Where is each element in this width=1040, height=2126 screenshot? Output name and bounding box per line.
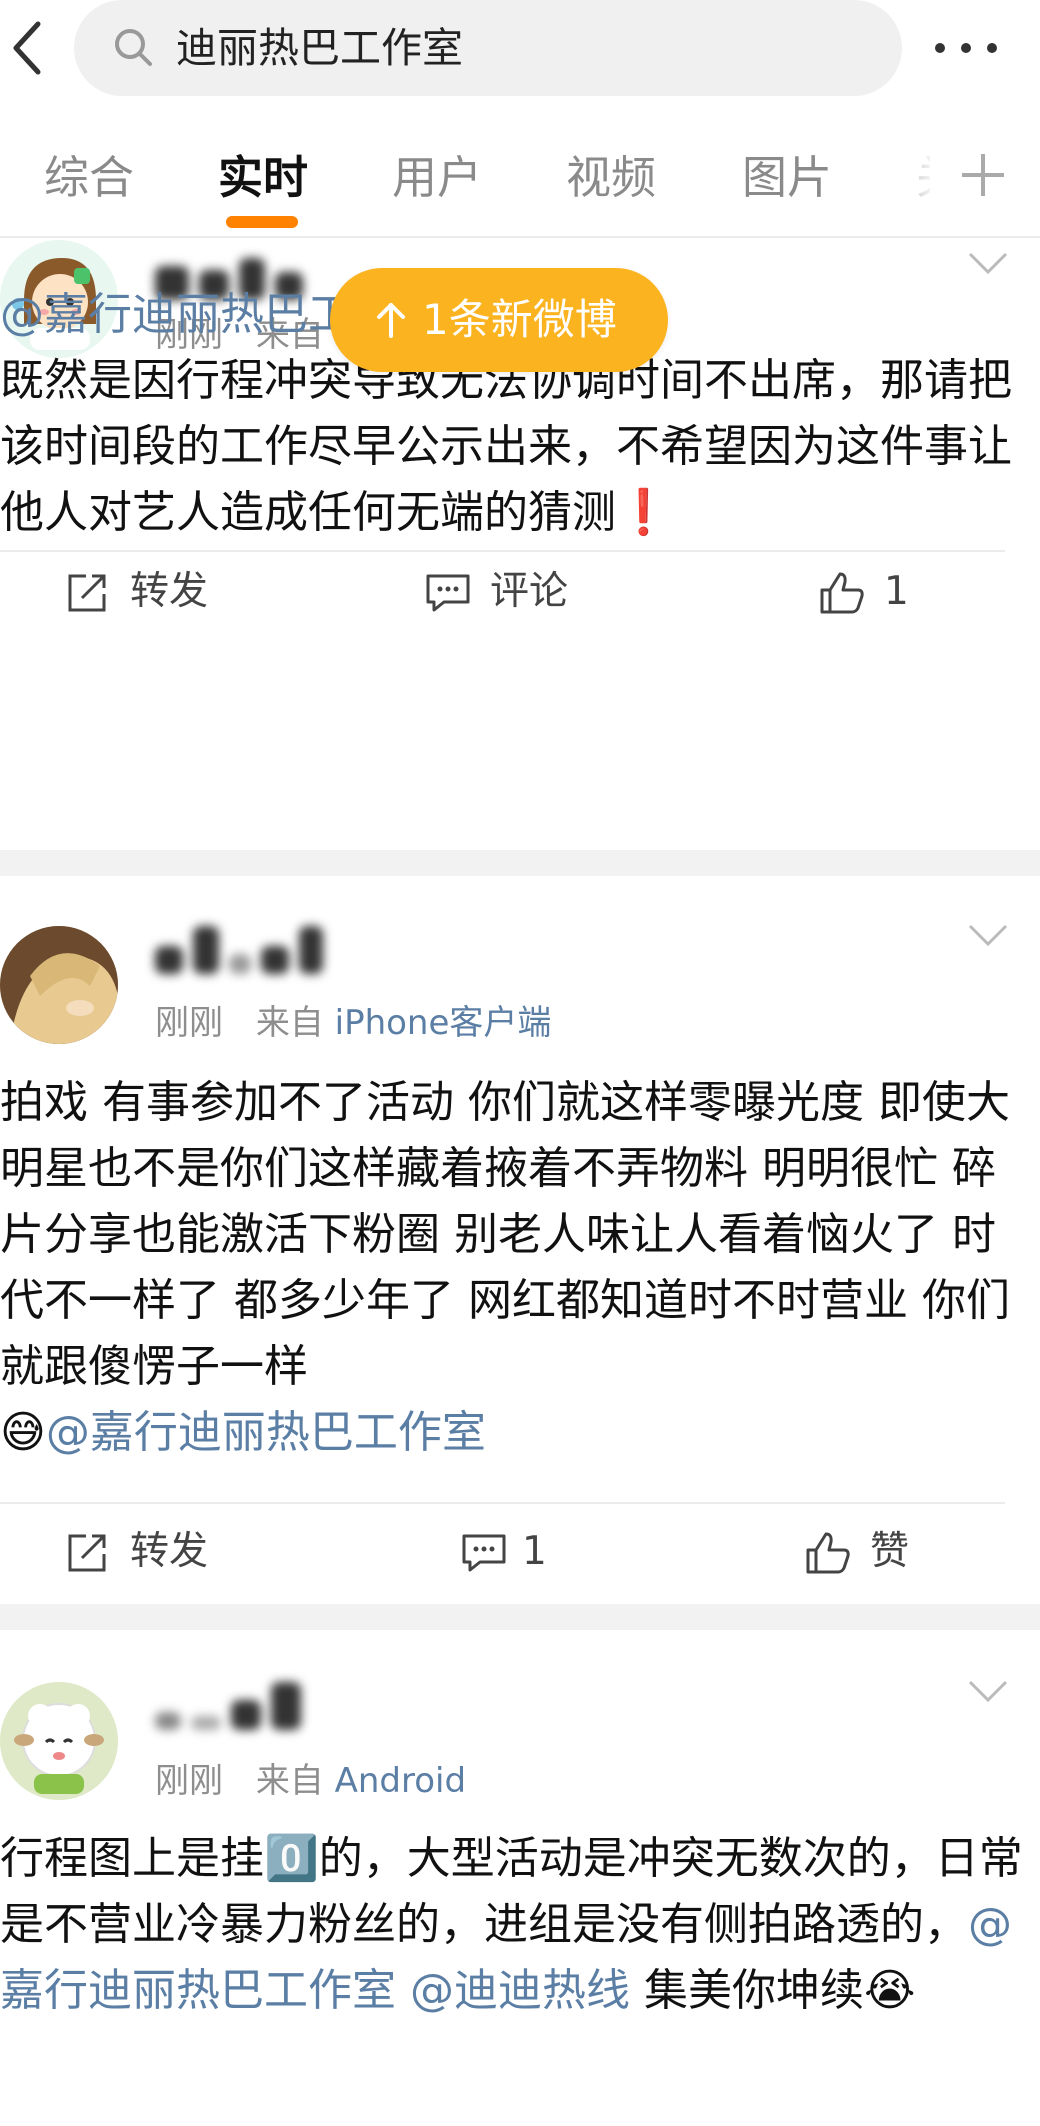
post-text: 既然是因行程冲突导致无法协调时间不出席，那请把该时间段的工作尽早公示出来，不希望… (0, 355, 1012, 538)
post-card[interactable]: 刚刚 来自 iPhone客户端 拍戏 有事参加不了活动 你们就这样零曝光度 即使… (0, 876, 1040, 1604)
arrow-up-icon (377, 303, 405, 338)
tab-images[interactable]: 图片 (742, 146, 832, 210)
search-query: 迪丽热巴工作室 (176, 24, 463, 72)
top-bar: 迪丽热巴工作室 (0, 0, 1040, 98)
username-blurred[interactable] (155, 1678, 311, 1738)
like-button[interactable]: 赞 (804, 1522, 944, 1582)
repost-icon (68, 1534, 106, 1572)
sweat-smile-emoji: 😅 (0, 1407, 46, 1458)
divider (0, 1502, 1005, 1504)
post-source[interactable]: Android (335, 1761, 466, 1801)
chevron-down-icon[interactable] (966, 250, 1010, 276)
thumbs-up-icon (820, 572, 864, 614)
post-separator (0, 1604, 1040, 1630)
mention-link[interactable]: @迪迪热线 (410, 1965, 630, 2016)
post-content: 拍戏 有事参加不了活动 你们就这样零曝光度 即使大明星也不是你们这样藏着掖着不弄… (0, 1070, 1030, 1466)
post-meta: 刚刚 来自 iPhone客户端 (155, 1000, 551, 1046)
comment-button[interactable]: 评论 (424, 562, 584, 622)
avatar-anime-boy-icon (0, 926, 118, 1044)
back-icon[interactable] (6, 18, 50, 78)
tab-bar: 综合 实时 用户 视频 图片 关 (0, 120, 1040, 238)
tab-realtime[interactable]: 实时 (218, 146, 308, 210)
post-card[interactable]: 刚刚 来自 Android 行程图上是挂0️⃣的，大型活动是冲突无数次的，日常是… (0, 1630, 1040, 2126)
comment-count: 1 (522, 1529, 547, 1574)
comment-icon (462, 1534, 506, 1572)
add-tab-icon[interactable] (958, 150, 1008, 200)
post-content: 行程图上是挂0️⃣的，大型活动是冲突无数次的，日常是不营业冷暴力粉丝的，进组是没… (0, 1826, 1030, 2024)
active-tab-indicator (226, 216, 298, 228)
exclamation-emoji: ❗ (616, 487, 671, 538)
like-label: 赞 (870, 1529, 910, 1574)
post-text: 集美你坤续 (630, 1965, 864, 2016)
post-time: 刚刚 (155, 1003, 223, 1043)
divider (0, 550, 1005, 552)
chevron-down-icon[interactable] (966, 922, 1010, 948)
post-text: 拍戏 有事参加不了活动 你们就这样零曝光度 即使大明星也不是你们这样藏着掖着不弄… (0, 1077, 1010, 1392)
comment-button[interactable]: 1 (460, 1522, 560, 1582)
post-source-prefix: 来自 (255, 1761, 324, 1801)
post-meta: 刚刚 来自 Android (155, 1758, 466, 1804)
like-button[interactable]: 1 (818, 562, 938, 622)
username-blurred[interactable] (155, 922, 333, 982)
mention-link[interactable]: @嘉行迪丽热巴工作室 (46, 1407, 486, 1458)
like-count: 1 (884, 569, 909, 614)
tab-fade (880, 120, 950, 238)
repost-label: 转发 (130, 1529, 209, 1574)
crying-emoji: 😭 (864, 1965, 916, 2016)
repost-button[interactable]: 转发 (64, 1522, 224, 1582)
post-separator (0, 850, 1040, 876)
post-source-prefix: 来自 (255, 1003, 324, 1043)
search-icon (115, 29, 152, 66)
search-input[interactable]: 迪丽热巴工作室 (74, 0, 902, 96)
chevron-down-icon[interactable] (966, 1678, 1010, 1704)
repost-label: 转发 (130, 569, 209, 614)
tab-general[interactable]: 综合 (44, 146, 134, 210)
tab-users[interactable]: 用户 (392, 146, 482, 210)
keycap-zero-emoji: 0️⃣ (264, 1833, 319, 1884)
avatar-cartoon-sheep-icon (0, 1682, 118, 1800)
more-icon[interactable] (930, 30, 1002, 66)
comment-label: 评论 (490, 569, 569, 614)
repost-button[interactable]: 转发 (64, 562, 224, 622)
tab-videos[interactable]: 视频 (566, 146, 656, 210)
thumbs-up-icon (806, 1532, 850, 1574)
post-text: 行程图上是挂 (0, 1833, 264, 1884)
avatar[interactable] (0, 1682, 118, 1800)
avatar[interactable] (0, 926, 118, 1044)
new-posts-label: 1条新微博 (422, 295, 617, 344)
post-time: 刚刚 (155, 1761, 223, 1801)
post-source[interactable]: iPhone客户端 (335, 1003, 552, 1043)
comment-icon (426, 574, 470, 612)
repost-icon (68, 574, 106, 612)
new-posts-button[interactable]: 1条新微博 (330, 268, 668, 372)
